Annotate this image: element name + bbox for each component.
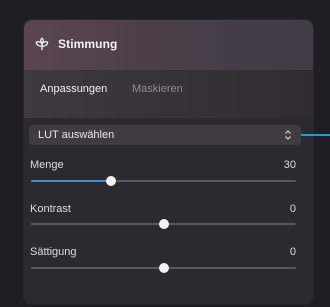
contrast-slider[interactable] bbox=[31, 219, 296, 229]
contrast-thumb[interactable] bbox=[158, 219, 169, 229]
amount-value: 30 bbox=[283, 159, 296, 171]
amount-slider[interactable] bbox=[31, 176, 296, 186]
saturation-slider[interactable] bbox=[31, 263, 296, 273]
saturation-thumb[interactable] bbox=[158, 263, 169, 273]
screenshot-stage: Stimmung Anpassungen Maskieren LUT auswä… bbox=[0, 0, 330, 307]
lut-select-label: LUT auswählen bbox=[38, 129, 115, 141]
tab-mask[interactable]: Maskieren bbox=[132, 83, 183, 95]
amount-label: Menge bbox=[30, 159, 64, 171]
saturation-label: Sättigung bbox=[30, 246, 77, 258]
panel-title: Stimmung bbox=[58, 37, 118, 51]
contrast-value: 0 bbox=[289, 203, 296, 215]
saturation-value: 0 bbox=[289, 246, 296, 258]
contrast-label: Kontrast bbox=[30, 203, 71, 215]
panel-header[interactable]: Stimmung bbox=[24, 20, 313, 71]
amount-fill bbox=[31, 180, 111, 182]
tab-adjustments[interactable]: Anpassungen bbox=[40, 83, 107, 95]
lut-select[interactable]: LUT auswählen bbox=[29, 125, 301, 145]
flower-icon bbox=[35, 37, 49, 50]
amount-thumb[interactable] bbox=[105, 176, 116, 186]
callout-line bbox=[301, 134, 330, 136]
panel-tabs: Anpassungen Maskieren bbox=[24, 70, 313, 119]
chevron-up-down-icon bbox=[285, 130, 291, 140]
